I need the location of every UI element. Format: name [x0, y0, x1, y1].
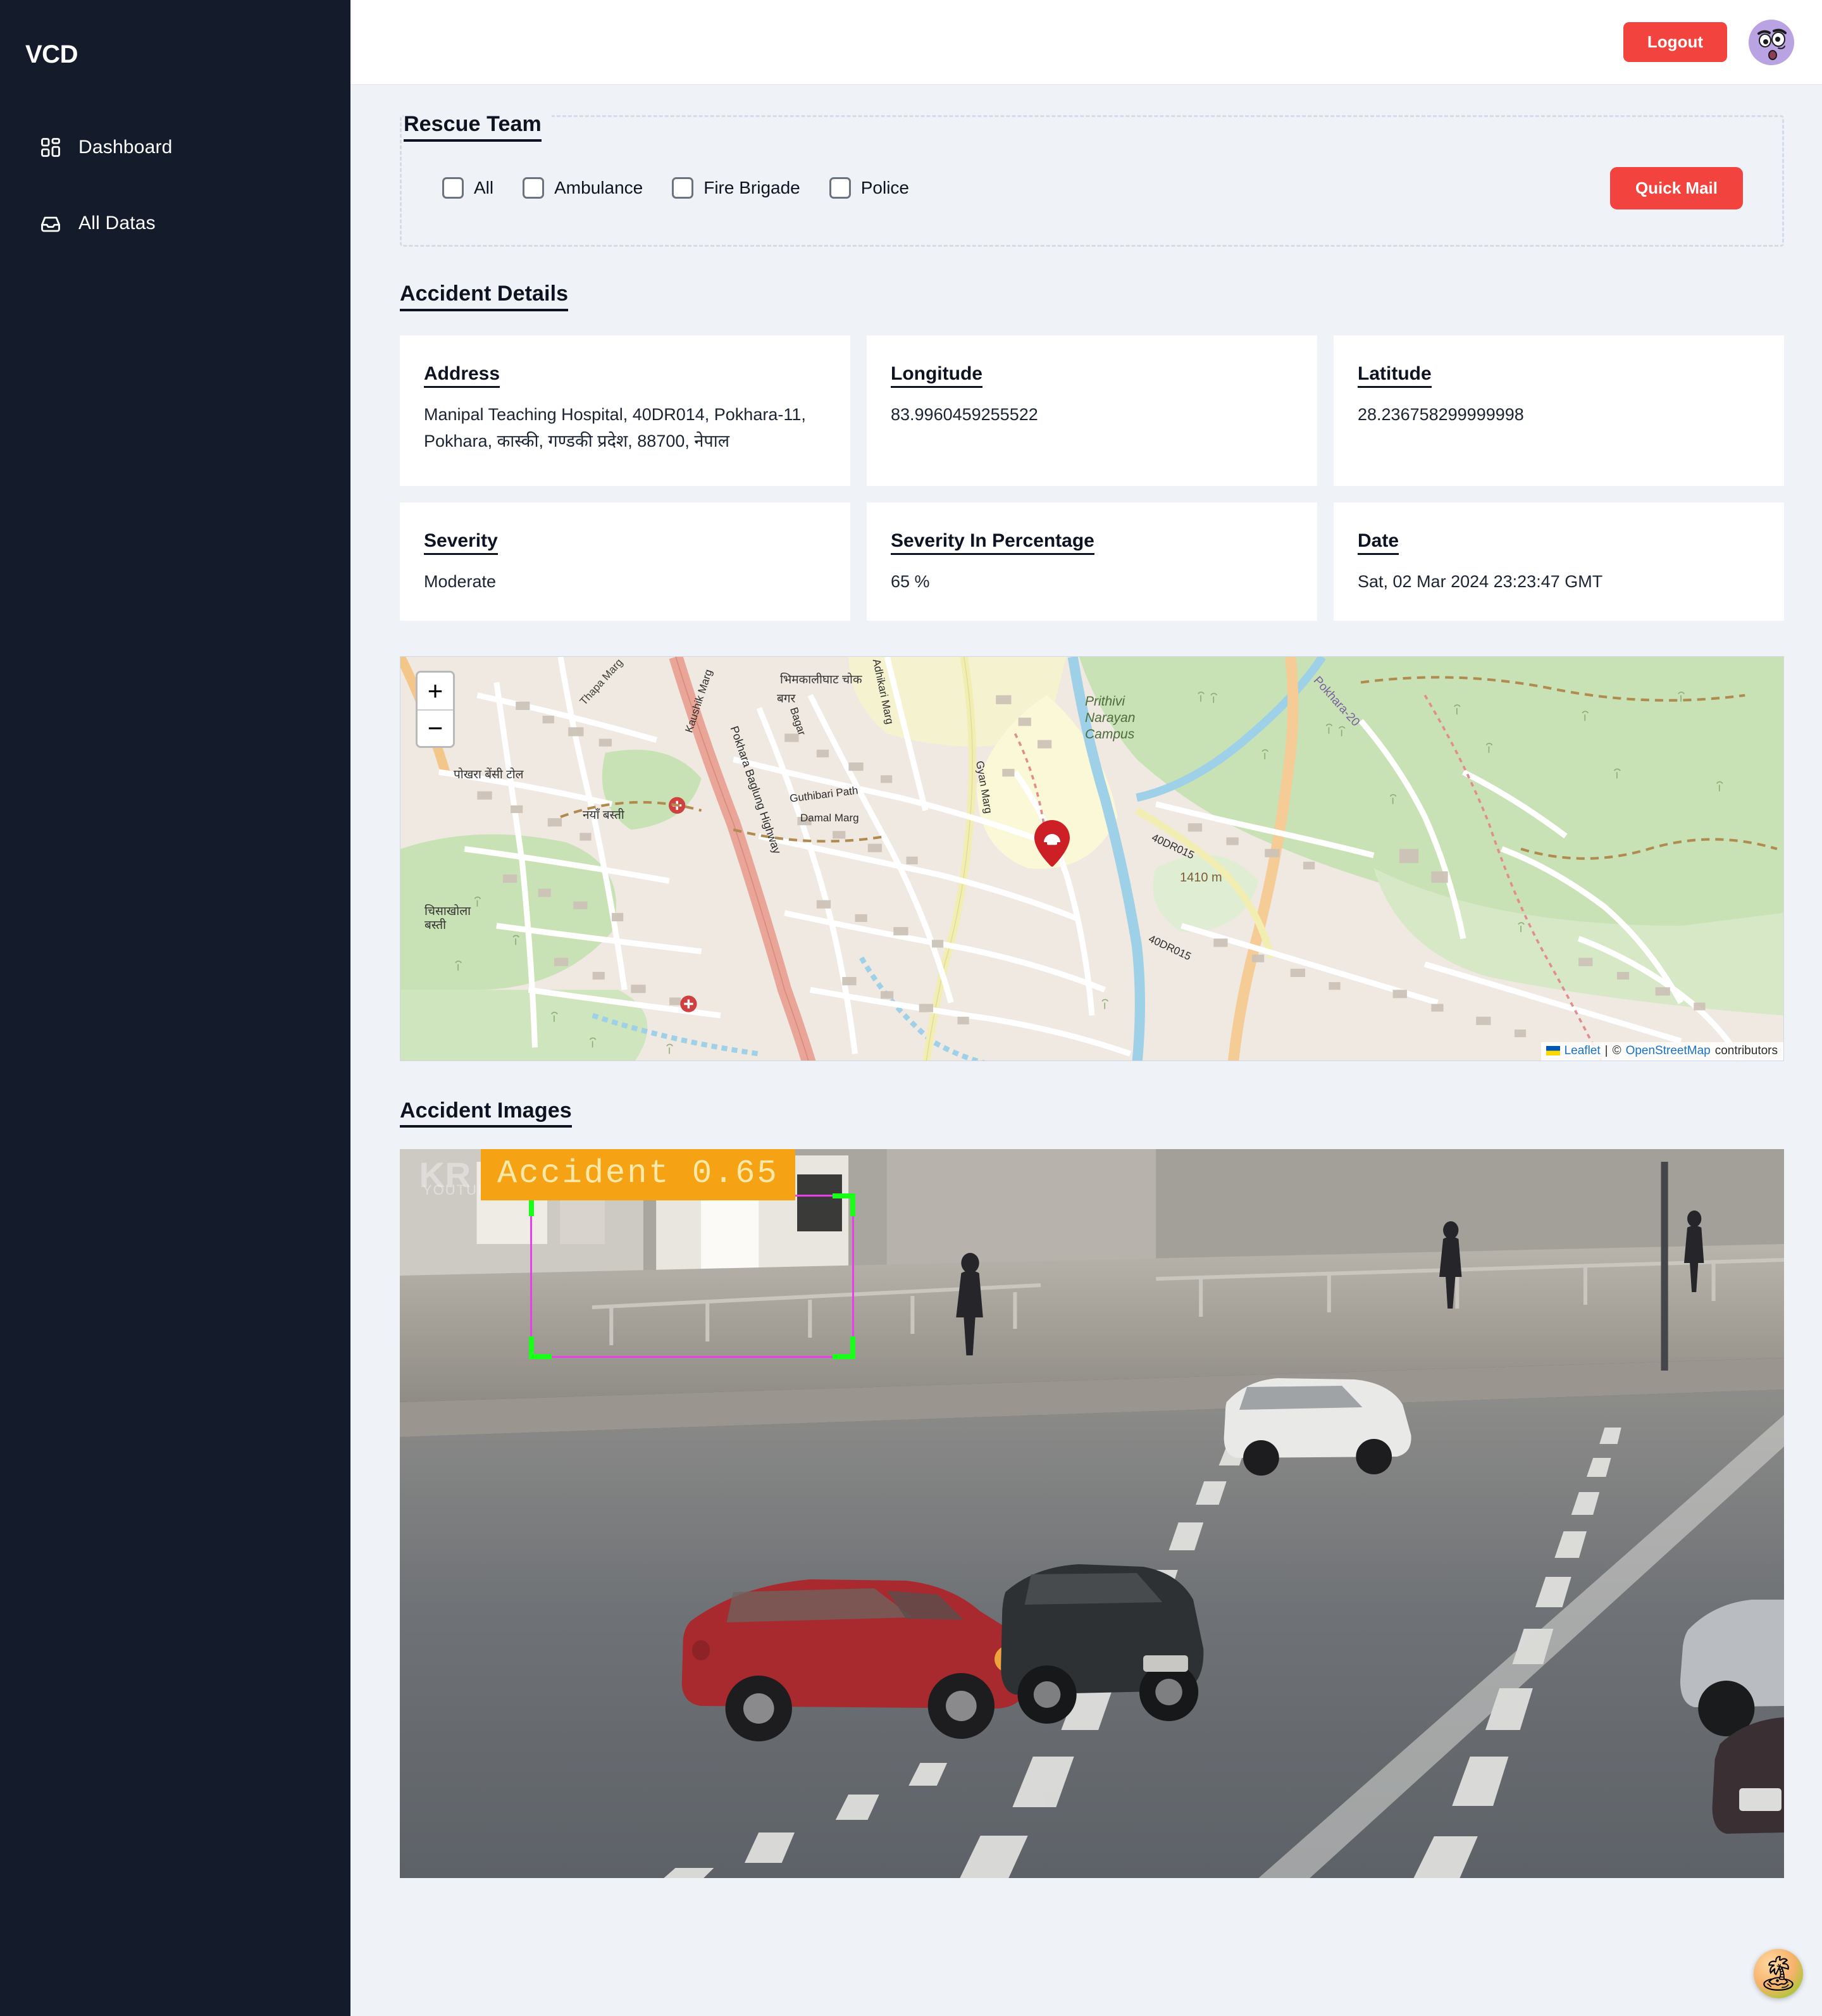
map-zoom-control[interactable]: + − [416, 670, 455, 748]
sidebar-item-dashboard[interactable]: Dashboard [0, 127, 350, 168]
brand-logo: VCD [25, 40, 78, 68]
accident-map[interactable]: Thapa Marg भिमकालीघाट चोक Prithivi Naraya… [400, 656, 1784, 1061]
map-zoom-out-button[interactable]: − [418, 709, 453, 746]
map-zoom-in-button[interactable]: + [418, 672, 453, 709]
attribution-separator: | [1604, 1043, 1608, 1057]
logout-button[interactable]: Logout [1623, 22, 1727, 62]
map-attribution[interactable]: Leaflet | © OpenStreetMap contributors [1540, 1042, 1783, 1061]
grid-icon [39, 136, 62, 159]
content: Rescue Team All Ambulance Fire Brigade P… [350, 85, 1822, 2016]
detection-bounding-box [529, 1193, 855, 1360]
map-tiles [400, 656, 1783, 1061]
topbar: Logout [350, 0, 1822, 85]
checkbox-box-icon[interactable] [672, 177, 694, 199]
accident-images-section: Accident Images KR YOUTUBE Accident 0.65 [400, 1098, 1784, 1879]
detection-label: Accident 0.65 [481, 1149, 795, 1201]
ukraine-flag-icon [1546, 1046, 1560, 1056]
checkbox-fire-brigade[interactable]: Fire Brigade [672, 177, 800, 199]
detail-card-value: 65 % [891, 571, 930, 591]
accident-details-grid-row1: Address Manipal Teaching Hospital, 40DR0… [400, 335, 1784, 486]
checkbox-box-icon[interactable] [523, 177, 545, 199]
attribution-contributors: contributors [1714, 1043, 1778, 1057]
checkbox-police[interactable]: Police [829, 177, 909, 199]
checkbox-box-icon[interactable] [829, 177, 851, 199]
checkbox-label: Fire Brigade [703, 178, 800, 197]
detail-card-value: 83.9960459255522 [891, 404, 1038, 424]
accident-images-title: Accident Images [400, 1098, 572, 1128]
car-accident-map-pin-icon [1034, 819, 1070, 867]
detail-card-title: Date [1358, 530, 1399, 555]
checkbox-label: All [474, 178, 494, 197]
beach-island-icon: 🏝 [1756, 1955, 1800, 1993]
rescue-team-panel: All Ambulance Fire Brigade Police Quick … [400, 115, 1784, 247]
detail-card-title: Address [424, 363, 500, 388]
detail-card-address: Address Manipal Teaching Hospital, 40DR0… [400, 335, 850, 486]
detail-card-title: Severity [424, 530, 498, 555]
detail-card-latitude: Latitude 28.236758299999998 [1334, 335, 1784, 486]
detail-card-value: 28.236758299999998 [1358, 404, 1524, 424]
detail-card-value: Sat, 02 Mar 2024 23:23:47 GMT [1358, 571, 1603, 591]
attribution-copyright: © [1612, 1043, 1621, 1057]
detail-card-title: Latitude [1358, 363, 1432, 388]
rescue-team-title-wrap: Rescue Team [404, 111, 552, 142]
rescue-team-title: Rescue Team [404, 111, 542, 142]
confused-face-avatar-icon [1749, 19, 1794, 65]
rescue-team-checkbox-row: All Ambulance Fire Brigade Police [442, 177, 938, 199]
map-marker-pin[interactable] [1034, 819, 1070, 870]
app-root: VCD Dashboard All Datas Logout Rescue Te… [0, 0, 1822, 2016]
quick-mail-button[interactable]: Quick Mail [1609, 166, 1743, 209]
sidebar-item-label: Dashboard [78, 137, 173, 158]
detail-card-title: Severity In Percentage [891, 530, 1094, 555]
rescue-team-section: Rescue Team All Ambulance Fire Brigade P… [400, 111, 1784, 247]
accident-details-title: Accident Details [400, 281, 569, 311]
checkbox-label: Police [860, 178, 909, 197]
detail-card-value: Manipal Teaching Hospital, 40DR014, Pokh… [424, 404, 806, 451]
detail-card-severity-percentage: Severity In Percentage 65 % [867, 502, 1317, 621]
sidebar-item-all-datas[interactable]: All Datas [0, 203, 350, 244]
bbox-bottom-edge [530, 1356, 854, 1359]
checkbox-all[interactable]: All [442, 177, 493, 199]
inbox-icon [39, 212, 62, 235]
main-area: Logout Rescue Team All Ambulance Fire Br… [350, 0, 1822, 2016]
checkbox-ambulance[interactable]: Ambulance [523, 177, 643, 199]
detail-card-longitude: Longitude 83.9960459255522 [867, 335, 1317, 486]
accident-images-title-wrap: Accident Images [400, 1098, 1784, 1128]
accident-details-grid-row2: Severity Moderate Severity In Percentage… [400, 502, 1784, 621]
sidebar: VCD Dashboard All Datas [0, 0, 350, 2016]
detail-card-severity: Severity Moderate [400, 502, 850, 621]
checkbox-label: Ambulance [554, 178, 643, 197]
accident-image[interactable]: KR YOUTUBE CHANNEL [400, 1149, 1784, 1879]
bbox-right-edge [852, 1195, 854, 1359]
sidebar-nav: Dashboard All Datas [0, 127, 350, 244]
detail-card-date: Date Sat, 02 Mar 2024 23:23:47 GMT [1334, 502, 1784, 621]
beach-island-floating-widget[interactable]: 🏝 [1754, 1949, 1803, 1998]
openstreetmap-link[interactable]: OpenStreetMap [1626, 1044, 1711, 1058]
detail-card-title: Longitude [891, 363, 982, 388]
sidebar-item-label: All Datas [78, 213, 156, 233]
avatar[interactable] [1749, 19, 1794, 65]
checkbox-box-icon[interactable] [442, 177, 464, 199]
accident-details-section: Accident Details Address Manipal Teachin… [400, 281, 1784, 621]
leaflet-link[interactable]: Leaflet [1565, 1044, 1601, 1058]
bbox-left-edge [530, 1195, 532, 1359]
accident-details-title-wrap: Accident Details [400, 281, 1784, 311]
detail-card-value: Moderate [424, 571, 497, 591]
